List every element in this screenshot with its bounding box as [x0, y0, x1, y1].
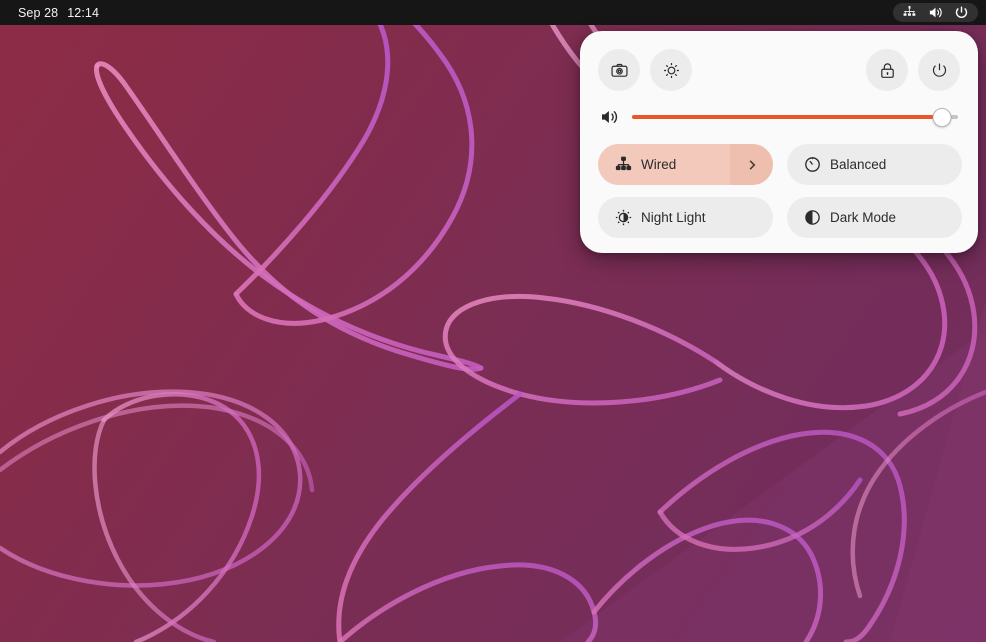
volume-high-icon[interactable] — [600, 107, 620, 127]
wired-submenu-button[interactable] — [730, 144, 773, 185]
slider-fill — [632, 115, 942, 119]
tile-label: Wired — [641, 157, 677, 172]
tile-label: Night Light — [641, 210, 706, 225]
night-light-icon — [615, 209, 632, 226]
clock-menu-button[interactable]: Sep 28 12:14 — [18, 0, 99, 25]
clock-date: Sep 28 — [18, 5, 59, 20]
camera-icon — [610, 61, 629, 80]
lock-icon — [878, 61, 897, 80]
tile-night-light[interactable]: Night Light — [598, 197, 773, 238]
system-indicators-menu-button[interactable] — [893, 3, 978, 22]
lock-button[interactable] — [866, 49, 908, 91]
chevron-right-icon — [749, 159, 755, 170]
volume-icon[interactable] — [928, 5, 943, 20]
volume-slider-row — [598, 100, 960, 134]
tile-label: Balanced — [830, 157, 887, 172]
power-button[interactable] — [918, 49, 960, 91]
slider-handle[interactable] — [932, 107, 952, 127]
tile-dark-mode[interactable]: Dark Mode — [787, 197, 962, 238]
power-icon — [930, 61, 949, 80]
quick-settings-panel: Wired Balanced Night Light Dark Mode — [580, 31, 978, 253]
wired-network-icon[interactable] — [902, 5, 917, 20]
volume-slider[interactable] — [632, 107, 958, 127]
screenshot-button[interactable] — [598, 49, 640, 91]
tile-power-profile[interactable]: Balanced — [787, 144, 962, 185]
network-wired-icon — [615, 156, 632, 173]
top-bar: Sep 28 12:14 — [0, 0, 986, 25]
tile-label: Dark Mode — [830, 210, 897, 225]
clock-time: 12:14 — [67, 5, 99, 20]
power-icon[interactable] — [954, 5, 969, 20]
gear-icon — [662, 61, 681, 80]
speedometer-icon — [804, 156, 821, 173]
dark-mode-icon — [804, 209, 821, 226]
tile-wired[interactable]: Wired — [598, 144, 773, 185]
quick-settings-tiles: Wired Balanced Night Light Dark Mode — [598, 144, 962, 238]
settings-button[interactable] — [650, 49, 692, 91]
quick-settings-action-row — [598, 49, 960, 91]
